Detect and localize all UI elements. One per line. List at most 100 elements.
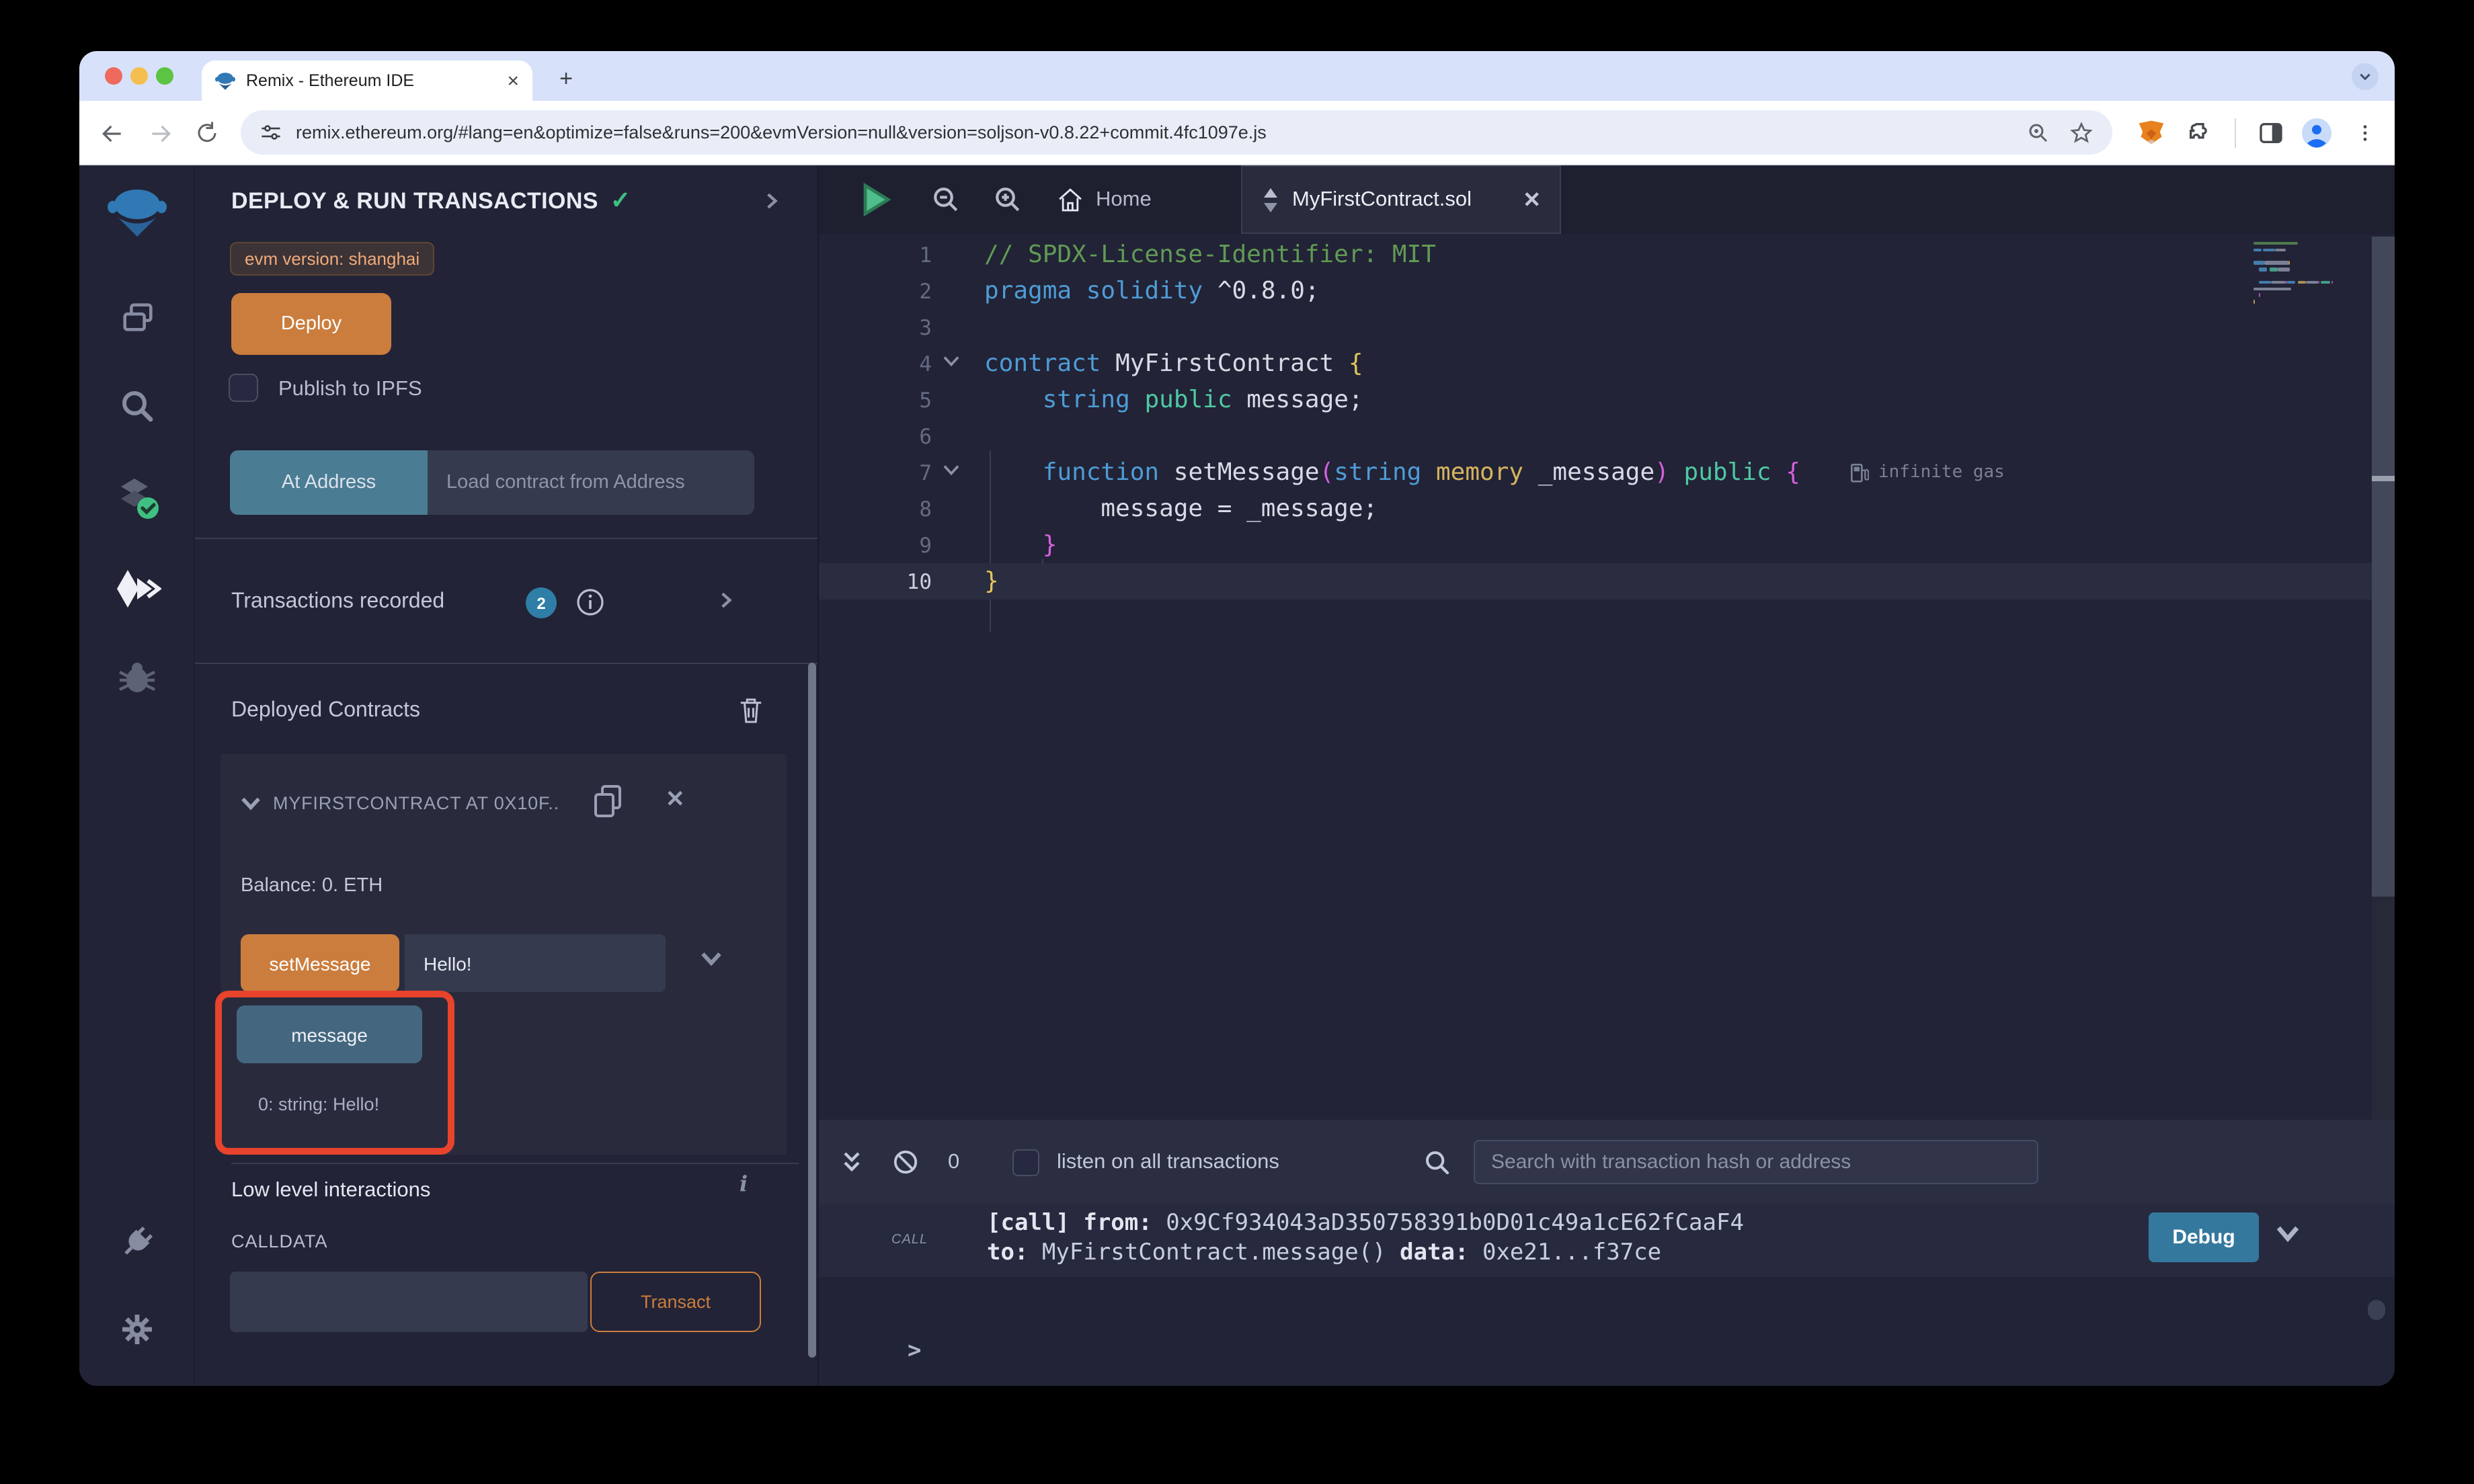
forward-icon[interactable] [140,101,180,165]
zoom-in-icon[interactable] [994,186,1022,214]
clear-contracts-trash-icon[interactable] [738,696,764,725]
contract-collapse-chevron-icon[interactable] [241,794,261,812]
window-zoom-button[interactable] [156,67,173,85]
at-address-button[interactable]: At Address [230,450,428,515]
low-level-interactions-title: Low level interactions [231,1179,430,1203]
calldata-input[interactable] [230,1272,588,1332]
code-line[interactable]: 1// SPDX-License-Identifier: MIT [819,237,2372,273]
call-badge: CALL [891,1233,928,1247]
expand-params-chevron-icon[interactable] [701,949,722,968]
listen-all-transactions-label: listen on all transactions [1057,1151,1279,1175]
minimap[interactable] [2248,237,2372,398]
remove-contract-icon[interactable]: ✕ [666,786,685,813]
site-settings-icon[interactable] [260,121,282,144]
code-line[interactable]: 8 message = _message; [819,491,2372,527]
profile-avatar[interactable] [2295,101,2338,165]
code-line[interactable]: 9 } [819,527,2372,563]
bookmark-star-icon[interactable] [2069,120,2093,145]
line-number: 2 [819,279,932,303]
expand-terminal-chevrons-icon[interactable] [840,1120,863,1204]
set-message-input[interactable] [405,934,666,992]
file-explorer-icon[interactable] [79,300,195,336]
window-close-button[interactable] [105,67,122,85]
home-icon [1057,186,1084,213]
line-number: 1 [819,243,932,267]
set-message-button[interactable]: setMessage [241,934,399,992]
terminal-prompt[interactable]: > [908,1337,922,1364]
browser-menu-icon[interactable] [2344,101,2387,165]
debug-button[interactable]: Debug [2149,1212,2259,1262]
tab-search-button[interactable] [2352,63,2379,90]
new-tab-button[interactable]: + [549,62,584,97]
back-icon[interactable] [91,101,132,165]
publish-ipfs-label: Publish to IPFS [278,378,422,402]
copy-address-icon[interactable] [592,784,624,819]
evm-version-badge: evm version: shanghai [230,242,434,276]
home-tab-label: Home [1096,188,1152,212]
transactions-recorded-label: Transactions recorded [231,590,444,614]
reload-icon[interactable] [187,101,227,165]
zoom-page-icon[interactable] [2026,120,2050,145]
toolbar-divider [2235,118,2236,148]
gas-estimate-annotation: infinite gas [1850,462,2005,483]
file-tab-close-icon[interactable]: ✕ [1523,186,1541,213]
home-tab[interactable]: Home [1057,165,1152,234]
clear-console-icon[interactable] [893,1120,918,1204]
deploy-and-run-icon[interactable] [79,569,195,609]
code-line[interactable]: 6 [819,418,2372,454]
plugin-manager-icon[interactable] [79,1222,195,1262]
code-line[interactable]: 5 string public message; [819,382,2372,418]
listen-all-transactions-checkbox[interactable] [1012,1149,1039,1176]
solidity-compiler-icon[interactable] [79,475,195,523]
browser-toolbar: remix.ethereum.org/#lang=en&optimize=fal… [79,101,2395,165]
minimap-line [2264,249,2275,252]
transactions-info-icon[interactable] [575,587,605,617]
search-icon[interactable] [79,388,195,426]
editor-tab-bar: Home MyFirstContract.sol ✕ [819,165,2395,234]
editor-scrollbar-thumb[interactable] [2372,237,2395,897]
calldata-label: CALLDATA [231,1231,328,1251]
active-file-tab[interactable]: MyFirstContract.sol ✕ [1241,165,1561,234]
panel-title: DEPLOY & RUN TRANSACTIONS ✓ [231,187,631,215]
section-divider [195,663,817,664]
minimap-line [2253,300,2255,303]
line-number: 3 [819,315,932,339]
at-address-input[interactable] [428,450,754,515]
run-script-play-icon[interactable] [862,183,891,216]
transact-button[interactable]: Transact [590,1272,761,1332]
panel-scrollbar[interactable] [808,663,816,1358]
remix-logo[interactable] [79,187,195,241]
window-minimize-button[interactable] [130,67,148,85]
message-button[interactable]: message [237,1005,422,1063]
line-number: 10 [819,569,932,593]
terminal-scrollbar-thumb[interactable] [2368,1300,2385,1320]
extensions-puzzle-icon[interactable] [2178,101,2221,165]
low-level-info-icon[interactable]: i [740,1171,748,1196]
transactions-expand-chevron-icon[interactable] [717,591,734,609]
tab-close-icon[interactable]: × [507,71,519,91]
code-line[interactable]: 10} [819,563,2372,600]
code-line[interactable]: 4contract MyFirstContract { [819,345,2372,382]
terminal-search-input[interactable] [1474,1140,2038,1184]
log-expand-chevron-icon[interactable] [2275,1223,2301,1245]
debugger-icon[interactable] [79,660,195,698]
minimap-line [2259,281,2270,284]
deploy-button[interactable]: Deploy [231,293,391,355]
publish-ipfs-checkbox[interactable] [229,374,258,402]
minimap-line [2259,267,2268,271]
terminal: 0 listen on all transactions CALL [call]… [819,1120,2395,1386]
code-line[interactable]: 2pragma solidity ^0.8.0; [819,273,2372,309]
code-line[interactable]: 7 function setMessage(string memory _mes… [819,454,2372,491]
url-bar[interactable]: remix.ethereum.org/#lang=en&optimize=fal… [241,110,2112,155]
fold-chevron-icon[interactable] [943,354,960,368]
side-panel-icon[interactable] [2249,101,2292,165]
url-text[interactable]: remix.ethereum.org/#lang=en&optimize=fal… [296,122,1267,142]
browser-tab[interactable]: Remix - Ethereum IDE × [202,60,532,101]
settings-gear-icon[interactable] [79,1311,195,1348]
metamask-extension-icon[interactable] [2130,101,2173,165]
code-editor[interactable]: 1// SPDX-License-Identifier: MIT2pragma … [819,234,2372,1120]
panel-collapse-chevron-icon[interactable] [762,192,780,210]
zoom-out-icon[interactable] [932,186,960,214]
code-line[interactable]: 3 [819,309,2372,345]
fold-chevron-icon[interactable] [943,462,960,477]
